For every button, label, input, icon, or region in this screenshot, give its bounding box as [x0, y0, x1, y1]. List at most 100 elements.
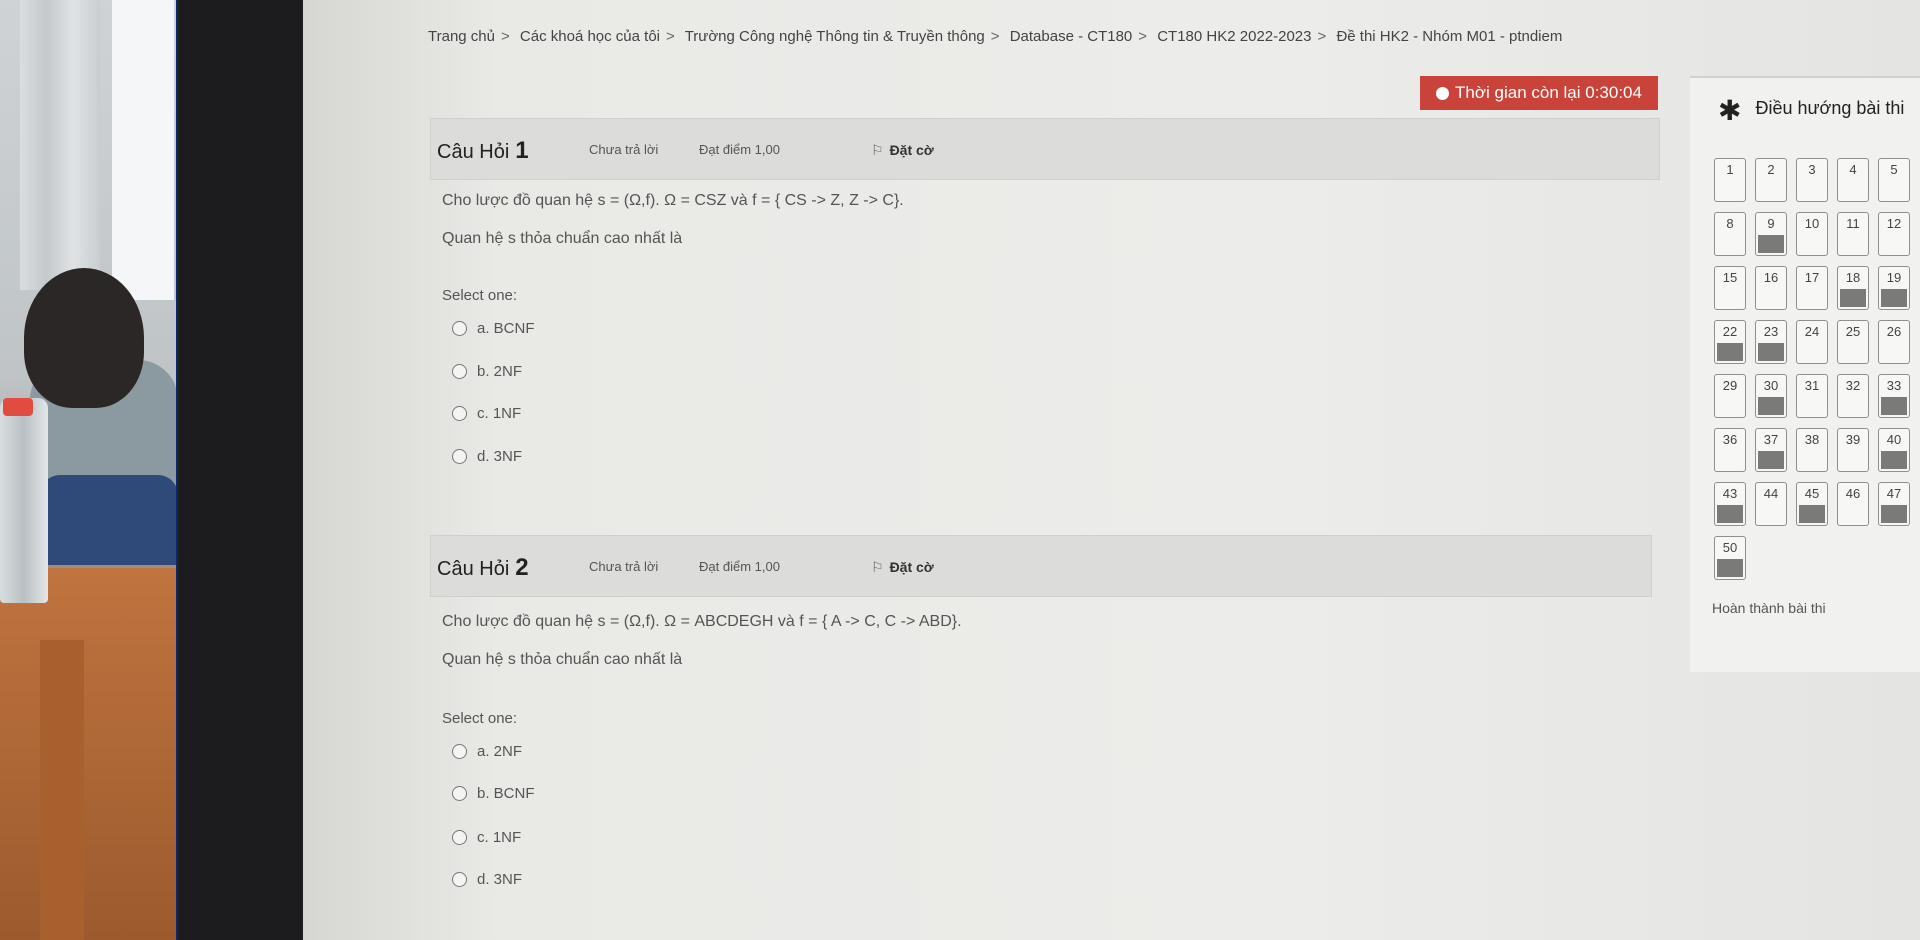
question-nav-button[interactable]: 22 [1714, 320, 1746, 364]
breadcrumb-course[interactable]: Database - CT180 [1010, 28, 1133, 45]
answered-indicator [1881, 397, 1907, 415]
answer-option[interactable]: a. BCNF [452, 320, 535, 337]
answer-option[interactable]: b. BCNF [452, 785, 535, 802]
answer-option[interactable]: d. 3NF [452, 871, 522, 888]
question-nav-button[interactable]: 15 [1714, 266, 1746, 310]
answered-indicator [1881, 289, 1907, 307]
window [112, 0, 174, 300]
question-number: 17 [1804, 270, 1820, 285]
answered-indicator [1758, 397, 1784, 415]
answered-indicator [1881, 505, 1907, 523]
monitor-bezel [178, 0, 303, 940]
answer-option[interactable]: d. 3NF [452, 448, 522, 465]
radio-button[interactable] [452, 321, 467, 336]
breadcrumb-home[interactable]: Trang chủ [428, 28, 495, 45]
question-number: 37 [1763, 432, 1779, 447]
breadcrumb-my-courses[interactable]: Các khoá học của tôi [520, 28, 660, 45]
question-number: 32 [1845, 378, 1861, 393]
question-nav-button[interactable]: 8 [1714, 212, 1746, 256]
radio-button[interactable] [452, 364, 467, 379]
chair [40, 475, 178, 565]
question-nav-button[interactable]: 40 [1878, 428, 1910, 472]
question-nav-button[interactable]: 1 [1714, 158, 1746, 202]
answer-option[interactable]: c. 1NF [452, 829, 521, 846]
breadcrumb-semester[interactable]: CT180 HK2 2022-2023 [1157, 28, 1311, 45]
radio-button[interactable] [452, 744, 467, 759]
breadcrumb-exam[interactable]: Đề thi HK2 - Nhóm M01 - ptndiem [1336, 28, 1562, 45]
question-number: 4 [1849, 162, 1857, 177]
question-nav-button[interactable]: 24 [1796, 320, 1828, 364]
answered-indicator [1758, 451, 1784, 469]
question-1-header: Câu Hỏi 1 Chưa trả lời Đạt điểm 1,00 ⚐ Đặt… [430, 118, 1660, 180]
question-nav-button[interactable]: 47 [1878, 482, 1910, 526]
finish-attempt-link[interactable]: Hoàn thành bài thi [1712, 600, 1826, 616]
question-number: 38 [1804, 432, 1820, 447]
answer-option[interactable]: a. 2NF [452, 743, 522, 760]
radio-button[interactable] [452, 449, 467, 464]
question-nav-button[interactable]: 32 [1837, 374, 1869, 418]
quiz-navigation-title: ✱ Điều hướng bài thi [1718, 95, 1905, 126]
answered-indicator [1840, 289, 1866, 307]
question-nav-button[interactable]: 36 [1714, 428, 1746, 472]
flag-icon: ⚐ [871, 559, 884, 575]
question-nav-button[interactable]: 3 [1796, 158, 1828, 202]
question-number: 50 [1722, 540, 1738, 555]
answered-indicator [1758, 235, 1784, 253]
question-number: 40 [1886, 432, 1902, 447]
question-number: 2 [1767, 162, 1775, 177]
question-number: 19 [1886, 270, 1902, 285]
answer-option[interactable]: c. 1NF [452, 405, 521, 422]
radio-button[interactable] [452, 786, 467, 801]
question-nav-button[interactable]: 19 [1878, 266, 1910, 310]
timer-label: Thời gian còn lại 0:30:04 [1455, 83, 1642, 102]
question-nav-button[interactable]: 16 [1755, 266, 1787, 310]
answer-option[interactable]: b. 2NF [452, 363, 522, 380]
question-number: 25 [1845, 324, 1861, 339]
radio-button[interactable] [452, 830, 467, 845]
question-nav-button[interactable]: 37 [1755, 428, 1787, 472]
question-nav-button[interactable]: 39 [1837, 428, 1869, 472]
question-nav-button[interactable]: 29 [1714, 374, 1746, 418]
question-nav-button[interactable]: 44 [1755, 482, 1787, 526]
background-photo [0, 0, 178, 940]
radio-button[interactable] [452, 872, 467, 887]
question-nav-button[interactable]: 26 [1878, 320, 1910, 364]
question-nav-button[interactable]: 2 [1755, 158, 1787, 202]
flag-icon: ⚐ [871, 142, 884, 158]
question-nav-button[interactable]: 11 [1837, 212, 1869, 256]
question-number: 36 [1722, 432, 1738, 447]
question-nav-button[interactable]: 33 [1878, 374, 1910, 418]
question-nav-button[interactable]: 17 [1796, 266, 1828, 310]
question-nav-button[interactable]: 23 [1755, 320, 1787, 364]
question-nav-button[interactable]: 12 [1878, 212, 1910, 256]
question-number: 47 [1886, 486, 1902, 501]
question-number: 12 [1886, 216, 1902, 231]
question-nav-button[interactable]: 50 [1714, 536, 1746, 580]
answered-indicator [1758, 343, 1784, 361]
question-nav-button[interactable]: 43 [1714, 482, 1746, 526]
question-number: 45 [1804, 486, 1820, 501]
question-1-prompt: Quan hệ s thỏa chuẩn cao nhất là [442, 230, 683, 247]
desk [0, 568, 178, 940]
select-one-label: Select one: [442, 287, 518, 304]
question-nav-button[interactable]: 38 [1796, 428, 1828, 472]
question-number: 23 [1763, 324, 1779, 339]
flag-question-button[interactable]: ⚐ Đặt cờ [871, 559, 934, 576]
question-nav-button[interactable]: 31 [1796, 374, 1828, 418]
question-2-text: Cho lược đồ quan hệ s = (Ω,f). Ω = ABCDE… [442, 613, 962, 630]
time-remaining: Thời gian còn lại 0:30:04 [1420, 76, 1658, 110]
question-nav-button[interactable]: 46 [1837, 482, 1869, 526]
breadcrumb-school[interactable]: Trường Công nghệ Thông tin & Truyền thôn… [685, 28, 985, 45]
radio-button[interactable] [452, 406, 467, 421]
flag-question-button[interactable]: ⚐ Đặt cờ [871, 142, 934, 159]
question-nav-button[interactable]: 5 [1878, 158, 1910, 202]
question-nav-button[interactable]: 25 [1837, 320, 1869, 364]
question-nav-button[interactable]: 45 [1796, 482, 1828, 526]
question-nav-button[interactable]: 18 [1837, 266, 1869, 310]
question-nav-button[interactable]: 10 [1796, 212, 1828, 256]
question-nav-button[interactable]: 9 [1755, 212, 1787, 256]
question-nav-button[interactable]: 4 [1837, 158, 1869, 202]
answered-indicator [1717, 343, 1743, 361]
question-score: Đạt điểm 1,00 [699, 559, 780, 574]
question-nav-button[interactable]: 30 [1755, 374, 1787, 418]
